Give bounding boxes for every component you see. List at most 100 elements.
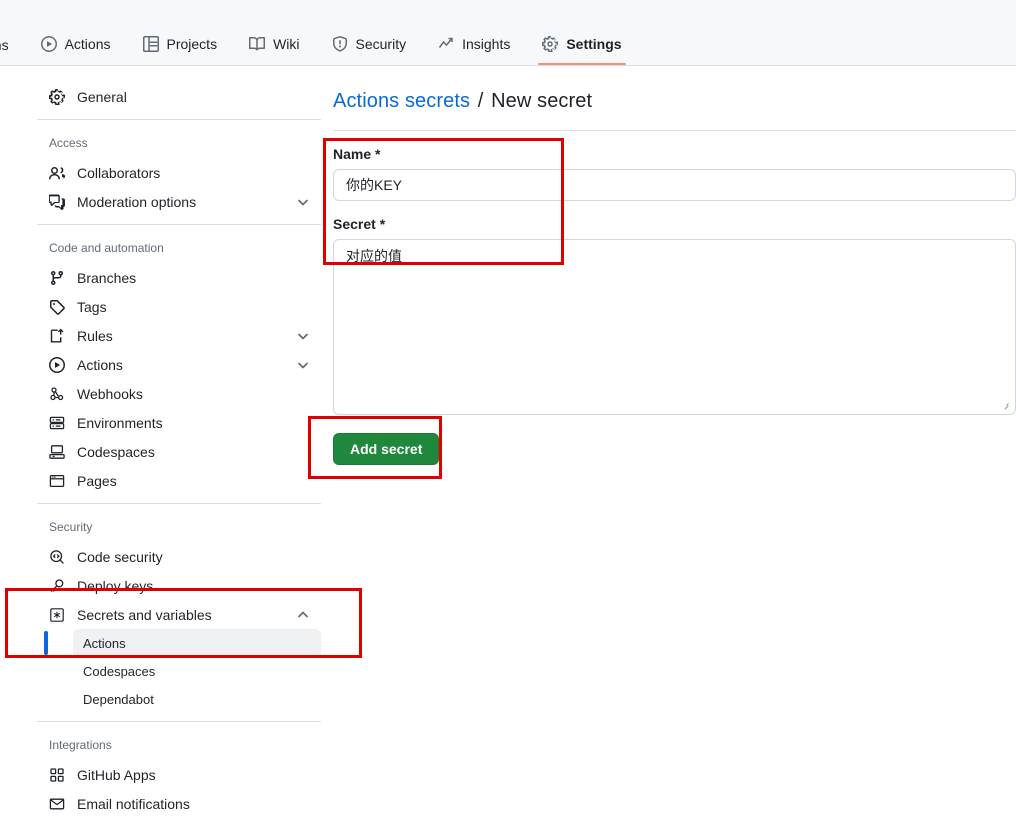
heading-divider (333, 130, 1016, 131)
sidebar-item-label: Branches (77, 269, 137, 286)
sidebar-section-code-and-automation: Code and automation (49, 241, 164, 255)
people-icon (49, 165, 65, 181)
sidebar-item-label: Codespaces (77, 443, 155, 460)
comment-discussion-icon (49, 194, 65, 210)
sidebar-item-label: Webhooks (77, 385, 143, 402)
codescan-icon (49, 549, 65, 565)
play-circle-icon (40, 36, 57, 52)
chevron-down-icon[interactable] (295, 194, 311, 210)
sidebar-section-security: Security (49, 520, 93, 534)
repo-nav-tabs: ons Actions Projects Wiki Security (0, 29, 638, 65)
tag-icon (49, 299, 65, 315)
tab-label: Actions (64, 36, 111, 52)
sidebar-item-codespaces[interactable]: Codespaces (37, 437, 321, 466)
tab-label: Projects (166, 36, 218, 52)
sidebar-item-tags[interactable]: Tags (37, 292, 321, 321)
sidebar-item-label: Pages (77, 472, 117, 489)
sidebar-item-label: Environments (77, 414, 163, 431)
sidebar-item-rules[interactable]: Rules (37, 321, 321, 350)
sidebar-subitem-label: Dependabot (83, 691, 154, 707)
sidebar-item-label: Collaborators (77, 164, 161, 181)
book-icon (249, 36, 266, 52)
secret-value-textarea[interactable]: 对应的值 (333, 239, 1016, 415)
sidebar-item-label: General (77, 88, 127, 105)
gear-icon (49, 88, 65, 105)
sidebar-item-label: Tags (77, 298, 107, 315)
sidebar-item-label: Rules (77, 327, 113, 344)
sidebar-item-deploy-keys[interactable]: Deploy keys (37, 571, 321, 600)
main-content: Actions secrets / New secret Name * Secr… (333, 86, 1016, 465)
secret-field-label: Secret * (333, 216, 386, 232)
asterisk-box-icon (49, 607, 65, 623)
gear-icon (542, 36, 559, 52)
sidebar-item-branches[interactable]: Branches (37, 263, 321, 292)
add-secret-button[interactable]: Add secret (333, 433, 440, 465)
sidebar-item-email-notifications[interactable]: Email notifications (37, 789, 321, 818)
secret-name-input[interactable] (333, 169, 1016, 201)
sidebar-subitem-label: Actions (83, 635, 126, 651)
rules-icon (49, 328, 65, 344)
sidebar-item-label: Deploy keys (77, 577, 154, 594)
tab-label: Wiki (273, 36, 300, 52)
server-icon (49, 415, 65, 431)
sidebar-section-access: Access (49, 136, 88, 150)
tab-label: Security (355, 36, 407, 52)
chevron-down-icon[interactable] (295, 328, 311, 344)
sidebar-subitem-actions[interactable]: Actions (44, 629, 321, 657)
repo-nav-bar: ons Actions Projects Wiki Security (0, 0, 1016, 66)
sidebar-item-label: GitHub Apps (77, 766, 156, 783)
browser-icon (49, 473, 65, 489)
tab-label: Insights (462, 36, 511, 52)
tab-security[interactable]: Security (316, 29, 423, 65)
sidebar-item-label: Actions (77, 356, 123, 373)
sidebar-item-label: Code security (77, 548, 163, 565)
sidebar-item-environments[interactable]: Environments (37, 408, 321, 437)
tab-label: ons (0, 37, 9, 53)
chevron-up-icon[interactable] (295, 607, 311, 623)
sidebar-item-code-security[interactable]: Code security (37, 542, 321, 571)
shield-icon (332, 36, 348, 52)
settings-sidebar: General Access Collaborators Moderation … (37, 82, 321, 818)
sidebar-item-actions[interactable]: Actions (37, 350, 321, 379)
breadcrumb-current: New secret (491, 90, 593, 112)
tab-insights[interactable]: Insights (422, 29, 526, 65)
mail-icon (49, 796, 65, 812)
sidebar-divider (37, 224, 321, 225)
sidebar-divider (37, 503, 321, 504)
breadcrumb-separator: / (477, 90, 484, 112)
table-icon (142, 36, 159, 52)
sidebar-subitem-label: Codespaces (83, 663, 156, 679)
sidebar-item-label: Secrets and variables (77, 606, 212, 623)
name-field-label: Name * (333, 146, 381, 162)
codespaces-icon (49, 444, 65, 460)
webhook-icon (49, 386, 65, 402)
sidebar-item-secrets-and-variables[interactable]: Secrets and variables (37, 600, 321, 629)
sidebar-divider (37, 119, 321, 120)
apps-icon (49, 767, 65, 783)
git-branch-icon (49, 270, 65, 286)
tab-projects[interactable]: Projects (127, 29, 234, 65)
sidebar-item-pages[interactable]: Pages (37, 466, 321, 495)
sidebar-item-label: Email notifications (77, 795, 190, 812)
play-circle-icon (49, 356, 65, 373)
tab-actions[interactable]: Actions (25, 29, 127, 65)
sidebar-item-webhooks[interactable]: Webhooks (37, 379, 321, 408)
tab-settings[interactable]: Settings (526, 29, 637, 65)
sidebar-divider (37, 721, 321, 722)
breadcrumb-link-actions-secrets[interactable]: Actions secrets (333, 90, 470, 112)
chevron-down-icon[interactable] (295, 357, 311, 373)
key-icon (49, 578, 65, 594)
sidebar-subitem-dependabot[interactable]: Dependabot (73, 685, 321, 713)
sidebar-section-integrations: Integrations (49, 738, 112, 752)
graph-icon (438, 36, 454, 52)
tab-discussions-truncated[interactable]: ons (0, 31, 25, 65)
sidebar-item-general[interactable]: General (37, 82, 321, 111)
sidebar-subitem-codespaces[interactable]: Codespaces (73, 657, 321, 685)
tab-label: Settings (566, 36, 622, 52)
sidebar-item-label: Moderation options (77, 193, 197, 210)
sidebar-item-github-apps[interactable]: GitHub Apps (37, 760, 321, 789)
sidebar-item-collaborators[interactable]: Collaborators (37, 158, 321, 187)
sidebar-item-moderation-options[interactable]: Moderation options (37, 187, 321, 216)
tab-wiki[interactable]: Wiki (233, 29, 315, 65)
page-title: Actions secrets / New secret (333, 86, 1016, 130)
